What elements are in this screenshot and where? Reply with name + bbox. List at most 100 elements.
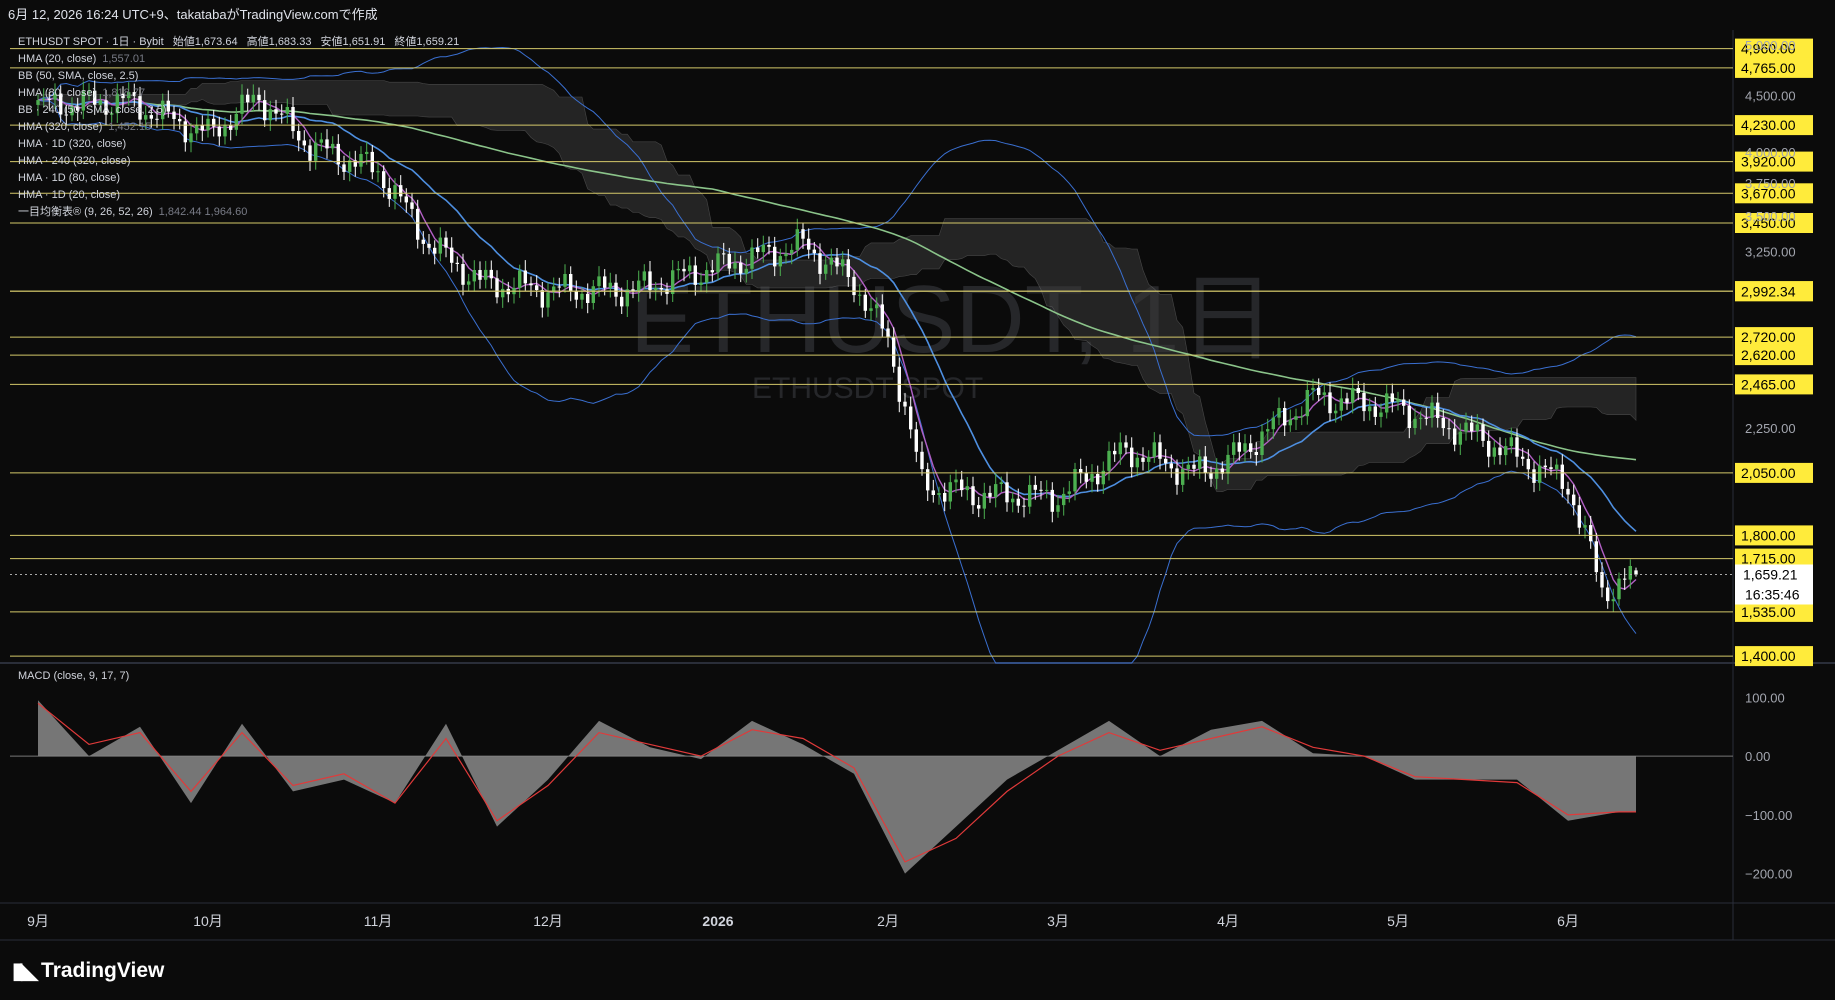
candle-body [1555,464,1559,470]
candle-body [1538,465,1542,483]
time-axis-label: 3月 [1047,913,1069,929]
candle-body [812,249,816,254]
candle-body [1362,393,1366,412]
time-axis-label: 6月 [1557,913,1579,929]
candle-body [1339,398,1343,411]
candle-body [586,293,590,303]
candle-body [1628,566,1632,580]
indicator-row[interactable]: 一目均衡表® (9, 26, 52, 26) 1,842.44 1,964.60 [18,204,459,221]
time-axis-label: 12月 [533,913,563,929]
candle-body [546,292,550,308]
indicator-label: HMA (20, close) [18,53,97,65]
candle-body [591,286,595,303]
indicator-row[interactable]: HMA (320, close) 1,452.15 [18,119,459,136]
candle-body [603,276,607,288]
candle-body [1288,419,1292,426]
candle-body [1373,406,1377,417]
level-label: 2,992.34 [1741,283,1796,299]
candle-body [999,482,1003,484]
candle-body [971,486,975,506]
candle-body [1379,412,1383,417]
candle-body [1481,424,1485,441]
candle-body [574,290,578,300]
indicator-row[interactable]: HMA · 1D (80, close) [18,170,459,187]
high-value: 1,683.33 [268,36,312,48]
time-axis-label: 2月 [877,913,899,929]
price-tick-label: 4,500.00 [1745,88,1796,103]
candle-body [795,229,799,250]
candle-body [875,304,879,309]
indicator-row[interactable]: BB (50, SMA, close, 2.5) [18,68,459,85]
indicator-row[interactable]: HMA · 1D (320, close) [18,136,459,153]
candle-body [1090,474,1094,482]
tradingview-logo-text: TradingView [41,959,165,982]
indicator-row[interactable]: BB · 240 (50, SMA, close, 2.5) [18,102,459,119]
candle-body [1016,498,1020,506]
time-axis-label: 5月 [1387,913,1409,929]
candle-body [1606,587,1610,602]
candle-body [948,482,952,502]
candle-body [1509,437,1513,447]
candle-body [438,237,442,254]
candle-body [931,490,935,495]
time-axis-label: 9月 [27,913,49,929]
candle-body [869,308,873,311]
indicator-row[interactable]: HMA · 1D (20, close) [18,187,459,204]
time-axis-label: 4月 [1217,913,1239,929]
candle-body [1430,402,1434,418]
candle-body [1566,488,1570,495]
price-tick-label: 3,500.00 [1745,209,1796,224]
candle-body [1413,418,1417,428]
indicator-label: HMA · 1D (20, close) [18,189,121,201]
price-tick-label: 3,750.00 [1745,176,1796,191]
candle-body [1317,387,1321,395]
macd-tick-label: −100.00 [1745,808,1792,823]
candle-body [778,256,782,267]
indicator-value: 1,842.44 1,964.60 [158,206,248,218]
tradingview-logo[interactable]: ▮◣ TradingView [12,958,164,984]
level-label: 2,050.00 [1741,465,1796,481]
level-label: 2,620.00 [1741,347,1796,363]
candle-body [444,237,448,248]
candle-body [1504,446,1508,456]
candle-body [676,268,680,271]
symbol-line[interactable]: ETHUSDT SPOT · 1日 · Bybit 始値1,673.64 高値1… [18,34,459,51]
candle-body [489,269,493,279]
price-tick-label: 2,250.00 [1745,421,1796,436]
chart-header: 6月 12, 2026 16:24 UTC+9、takatabaがTrading… [8,7,378,22]
candle-body [518,270,522,288]
candle-body [433,247,437,254]
candle-body [614,282,618,297]
candle-body [1277,408,1281,418]
candle-body [1243,443,1247,452]
candle-body [835,257,839,267]
low-label: 安値 [320,36,343,48]
indicator-row[interactable]: HMA (80, close) 1,818.77 [18,85,459,102]
candle-body [926,469,930,491]
candle-body [540,290,544,308]
candle-body [1118,442,1122,455]
candle-body [495,278,499,298]
candle-body [659,288,663,290]
candle-body [886,328,890,337]
candle-body [450,247,454,263]
candle-body [654,288,658,291]
candle-body [988,492,992,497]
macd-tick-label: 100.00 [1745,690,1785,705]
macd-title[interactable]: MACD (close, 9, 17, 7) [18,670,129,682]
candle-body [1617,578,1621,600]
open-label: 始値 [172,36,195,48]
candle-body [1594,541,1598,573]
candle-body [569,274,573,291]
candle-body [1186,464,1190,469]
candle-body [1521,456,1525,459]
candle-body [1572,494,1576,506]
candle-body [642,271,646,281]
indicator-row[interactable]: HMA (20, close) 1,557.01 [18,51,459,68]
indicator-row[interactable]: HMA · 240 (320, close) [18,153,459,170]
indicator-value: 1,557.01 [102,53,146,65]
candle-body [1407,405,1411,428]
indicator-label: BB · 240 (50, SMA, close, 2.5) [18,104,167,116]
candle-body [1396,399,1400,402]
level-label: 2,720.00 [1741,329,1796,345]
